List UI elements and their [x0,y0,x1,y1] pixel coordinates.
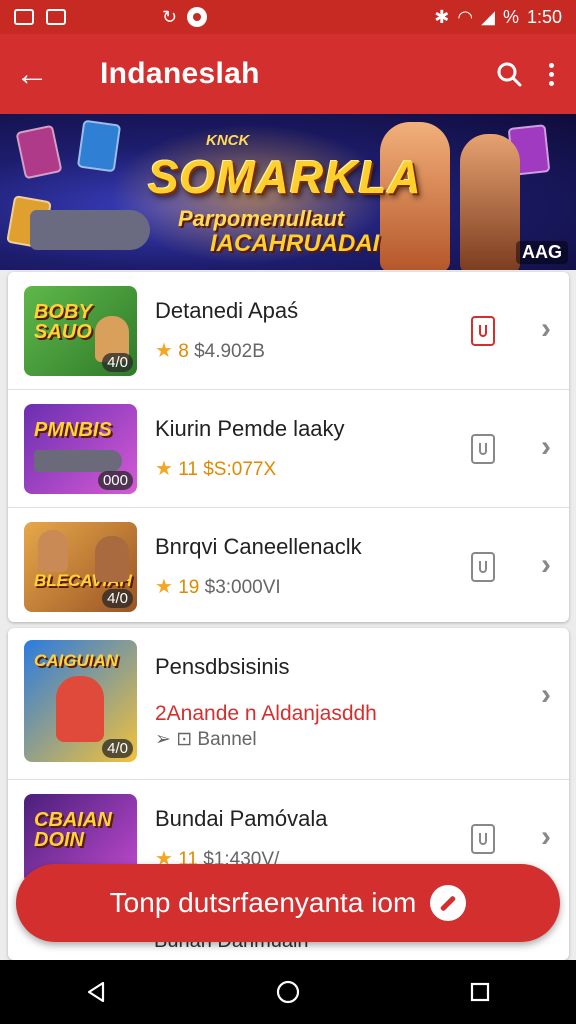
app-title: Kiurin Pemde laaky [155,416,345,441]
app-title: Pensdbsisinis [155,654,290,679]
refresh-icon: ↻ [162,7,178,27]
banner-headline: SOMARKLA [148,151,422,203]
banner-subline: IACAHRUADAI [210,230,380,257]
app-title: Bundai Pamóvala [155,806,328,831]
nav-recents-icon[interactable] [450,962,510,1022]
thumbnail-badge: 4/0 [102,739,133,758]
tag-icon: ➢ ⊡ [155,729,193,750]
wifi-icon: ◠ [457,7,474,27]
character-art [95,536,129,582]
page-title: Indaneslah [100,57,260,90]
nav-back-icon[interactable] [66,962,126,1022]
app-bar: ← Indaneslah [0,34,576,114]
back-arrow-icon[interactable]: ← [0,34,64,114]
install-icon[interactable] [471,316,495,346]
fab-label: Tonp dutsrfaenyanta iom [109,887,417,918]
status-time: 1:50 [526,6,562,27]
chevron-right-icon[interactable]: › [541,548,551,582]
hero-character-art [460,134,520,270]
banner-badge: AAG [516,241,568,264]
app-meta: ★ 11 $S:077X [155,456,276,481]
app-price: $4.902B [194,341,265,362]
thumbnail-badge: 4/0 [102,353,133,372]
promo-banner[interactable]: KNCK SOMARKLA Parpomenullaut IACAHRUADAI… [0,114,576,270]
list-item[interactable]: PMNBIS 000 Kiurin Pemde laaky ★ 11 $S:07… [8,390,569,508]
chevron-right-icon[interactable]: › [541,430,551,464]
app-secondary: ➢ ⊡ Bannel [155,728,257,751]
app-meta: ★ 19 $3:000VI [155,574,281,599]
star-icon: ★ [155,458,173,480]
install-icon[interactable] [471,824,495,854]
list-item[interactable]: BLECAVIAH 4/0 Bnrqvi Caneellenaclk ★ 19 … [8,508,569,622]
bluetooth-icon: ✱ [434,7,450,27]
notification-icon [14,9,34,25]
app-thumbnail: PMNBIS 000 [24,404,137,494]
install-icon[interactable] [471,434,495,464]
battery-icon: % [502,7,519,27]
star-icon: ★ [155,576,173,598]
floating-action-button[interactable]: Tonp dutsrfaenyanta iom [16,864,560,942]
thumbnail-badge: 000 [97,471,133,490]
media-icon [187,7,208,27]
thumbnail-title: CAIGUIAN [34,651,119,670]
list-item[interactable]: BOBY SAUO 4/0 Detanedi Apaś ★ 8 $4.902B … [8,272,569,390]
banner-kicker: KNCK [206,132,250,149]
banner-card-art [15,124,63,180]
app-title: Bnrqvi Caneellenaclk [155,534,362,559]
edit-icon [430,885,467,921]
star-icon: ★ [155,340,173,362]
gallery-icon [46,9,66,25]
app-thumbnail: BOBY SAUO 4/0 [24,286,137,376]
app-rating: 11 [178,459,198,480]
thumbnail-title: CBAIAN DOIN [34,809,112,851]
app-thumbnail: BLECAVIAH 4/0 [24,522,137,612]
more-options-icon[interactable] [549,62,554,86]
app-price: $S:077X [203,459,277,480]
banner-subline: Parpomenullaut [178,206,345,231]
app-title: Detanedi Apaś [155,298,299,323]
install-icon[interactable] [471,552,495,582]
system-nav-bar [0,960,576,1024]
status-bar: ↻ ✱ ◠ ◢ % 1:50 [0,0,576,34]
chevron-right-icon[interactable]: › [541,820,551,854]
chevron-right-icon[interactable]: › [541,312,551,346]
app-secondary-label: Bannel [197,729,257,750]
blaster-art [34,450,122,472]
app-list-group: BOBY SAUO 4/0 Detanedi Apaś ★ 8 $4.902B … [8,272,569,622]
app-price: $3:000VI [204,577,281,598]
nav-home-icon[interactable] [258,962,318,1022]
app-thumbnail: CAIGUIAN 4/0 [24,640,137,762]
character-art [56,676,104,742]
app-meta: ★ 8 $4.902B [155,338,265,363]
app-subtitle: 2Anande n Aldanjasddh [155,702,377,725]
list-item[interactable]: CAIGUIAN 4/0 Pensdbsisinis 2Anande n Ald… [8,628,569,780]
banner-card-art [76,119,122,173]
thumbnail-badge: 4/0 [102,589,133,608]
chevron-right-icon[interactable]: › [541,678,551,712]
signal-icon: ◢ [481,7,495,27]
search-icon[interactable] [495,60,523,88]
character-art [38,530,68,572]
thumbnail-title: PMNBIS [34,419,112,441]
blaster-art [30,210,150,250]
app-rating: 19 [178,577,200,598]
app-rating: 8 [178,341,189,362]
